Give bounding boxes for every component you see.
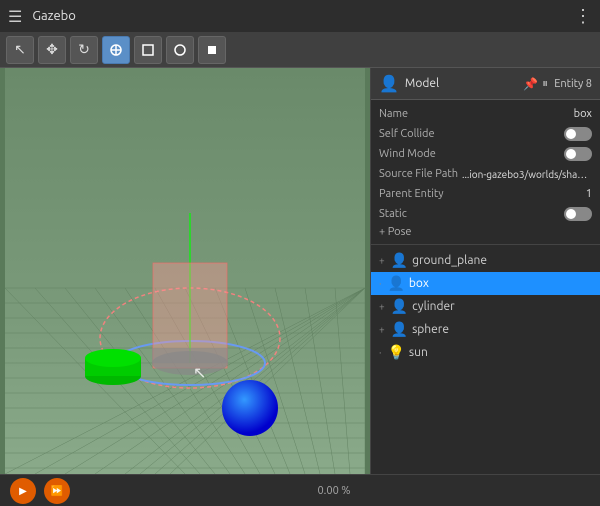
person-icon: 👤 — [391, 321, 408, 338]
properties-panel: Name box Self Collide Wind Mode Source F… — [371, 100, 600, 245]
prop-self-collide: Self Collide — [371, 124, 600, 144]
prop-name-label: Name — [379, 108, 574, 120]
tree-item-label: ground_plane — [412, 254, 487, 267]
tree-item-ground-plane[interactable]: + 👤 ground_plane — [371, 249, 600, 272]
expand-icon: · — [379, 278, 381, 289]
sphere-shape-button[interactable] — [166, 36, 194, 64]
expand-icon: + — [379, 324, 385, 335]
pin-icon[interactable]: 📌 — [523, 77, 538, 91]
select-tool-button[interactable]: ↖ — [6, 36, 34, 64]
header-icons: 📌 ⏸ — [523, 77, 548, 91]
move-tool-button[interactable]: ✥ — [38, 36, 66, 64]
expand-icon: + — [379, 301, 385, 312]
prop-self-collide-label: Self Collide — [379, 128, 564, 140]
prop-self-collide-toggle[interactable] — [564, 127, 592, 141]
tree-item-cylinder[interactable]: + 👤 cylinder — [371, 295, 600, 318]
titlebar: ☰ Gazebo ⋮ — [0, 0, 600, 32]
prop-source-file-value: ...ion-gazebo3/worlds/shapes.sdf — [462, 169, 592, 180]
tree-item-box[interactable]: · 👤 box — [371, 272, 600, 295]
toolbar: ↖ ✥ ↻ — [0, 32, 600, 68]
entity-label: Entity 8 — [554, 78, 592, 90]
person-icon: 👤 — [391, 252, 408, 269]
prop-static-label: Static — [379, 208, 564, 220]
pose-expand-icon: + Pose — [379, 226, 411, 238]
tree-item-label: sphere — [412, 323, 449, 336]
person-icon: 👤 — [387, 275, 404, 292]
prop-source-file: Source File Path ...ion-gazebo3/worlds/s… — [371, 164, 600, 184]
prop-static: Static — [371, 204, 600, 224]
rotate-tool-button[interactable]: ↻ — [70, 36, 98, 64]
entity-tree: + 👤 ground_plane · 👤 box + 👤 cylinder + … — [371, 245, 600, 474]
prop-parent-entity-value: 1 — [586, 188, 592, 200]
prop-name-value: box — [574, 108, 592, 120]
pose-row[interactable]: + Pose — [371, 224, 600, 240]
3d-viewport[interactable]: ↖ — [0, 68, 370, 474]
svg-text:↖: ↖ — [193, 364, 206, 382]
tree-item-label: sun — [409, 346, 428, 359]
more-options-icon[interactable]: ⋮ — [574, 6, 592, 27]
tree-item-label: box — [409, 277, 429, 290]
fast-forward-button[interactable]: ⏩ — [44, 478, 70, 504]
tree-item-sun[interactable]: · 💡 sun — [371, 341, 600, 364]
lightbulb-icon: 💡 — [387, 344, 404, 361]
prop-wind-mode-toggle[interactable] — [564, 147, 592, 161]
tree-item-sphere[interactable]: + 👤 sphere — [371, 318, 600, 341]
prop-parent-entity-label: Parent Entity — [379, 188, 586, 200]
menu-icon[interactable]: ☰ — [8, 7, 22, 26]
right-panel: 👤 Model 📌 ⏸ Entity 8 Name box Self Colli… — [370, 68, 600, 474]
app-title: Gazebo — [32, 9, 574, 23]
main-layout: ↖ 👤 Model 📌 ⏸ Entity 8 Name box Self Col… — [0, 68, 600, 474]
play-button[interactable]: ▶ — [10, 478, 36, 504]
statusbar: ▶ ⏩ 0.00 % — [0, 474, 600, 506]
prop-static-toggle[interactable] — [564, 207, 592, 221]
cylinder-shape-button[interactable] — [198, 36, 226, 64]
expand-icon: + — [379, 255, 385, 266]
prop-name: Name box — [371, 104, 600, 124]
tree-item-label: cylinder — [412, 300, 455, 313]
prop-wind-mode-label: Wind Mode — [379, 148, 564, 160]
percent-display: 0.00 % — [78, 485, 590, 497]
person-icon: 👤 — [391, 298, 408, 315]
box-shape-button[interactable] — [134, 36, 162, 64]
prop-source-file-label: Source File Path — [379, 168, 462, 180]
prop-wind-mode: Wind Mode — [371, 144, 600, 164]
model-title: Model — [405, 77, 517, 90]
model-person-icon: 👤 — [379, 74, 399, 93]
pause-icon[interactable]: ⏸ — [542, 77, 548, 91]
expand-icon: · — [379, 347, 381, 358]
unknown-tool-button[interactable] — [102, 36, 130, 64]
model-header: 👤 Model 📌 ⏸ Entity 8 — [371, 68, 600, 100]
prop-parent-entity: Parent Entity 1 — [371, 184, 600, 204]
scene-svg: ↖ — [0, 68, 370, 474]
